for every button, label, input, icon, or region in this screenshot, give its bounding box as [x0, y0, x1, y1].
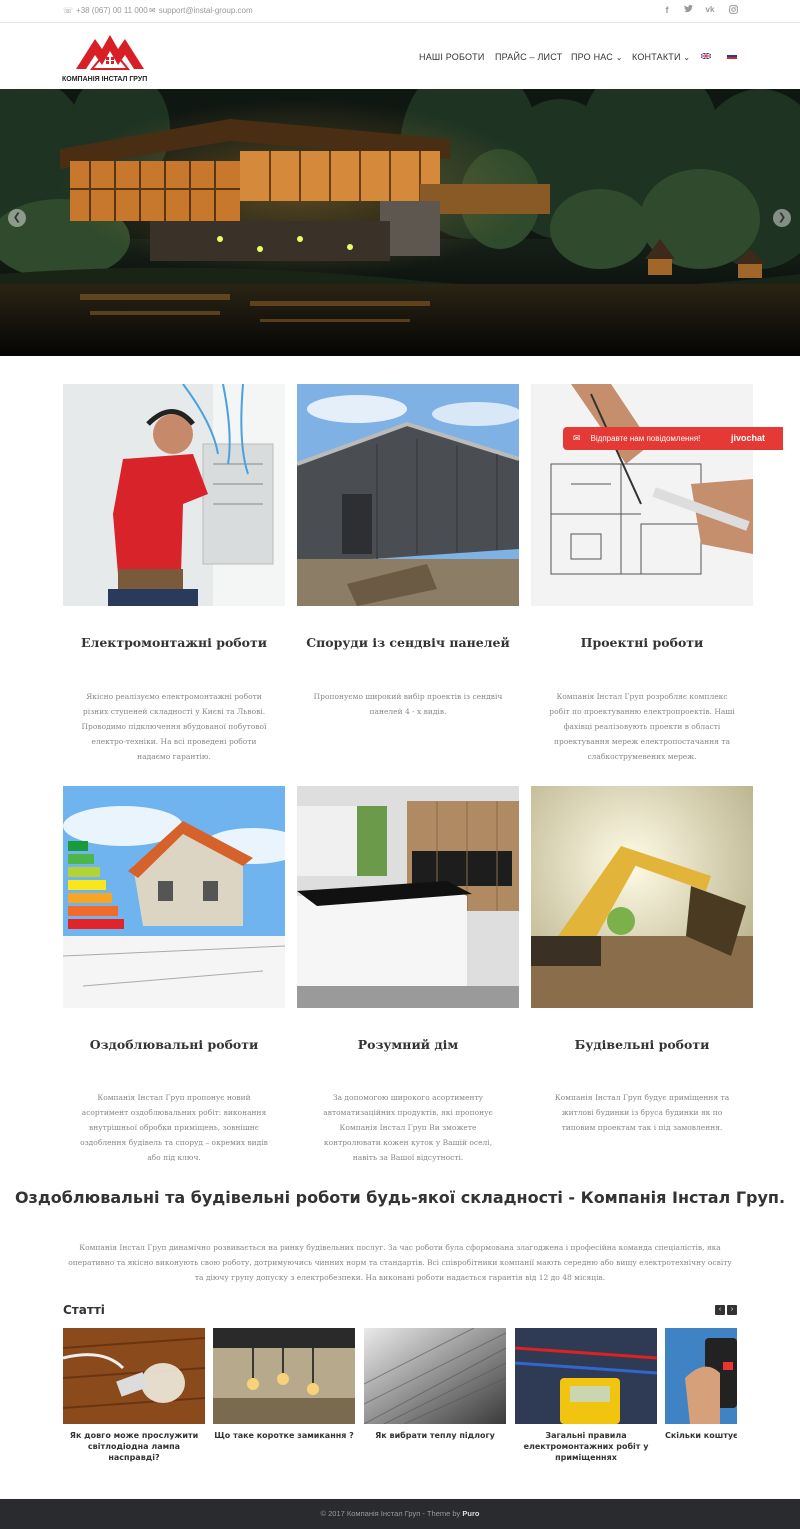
footer-theme-link[interactable]: Puro: [462, 1509, 479, 1518]
articles-prev-button[interactable]: ‹: [715, 1305, 725, 1315]
chevron-down-icon: ⌄: [683, 53, 691, 62]
chevron-down-icon: ⌄: [615, 53, 623, 62]
logo-text: КОМПАНІЯ ІНСТАЛ ГРУП: [62, 76, 148, 83]
phone-icon: ☏: [63, 6, 74, 15]
service-title: Споруди із сендвіч панелей: [306, 635, 510, 650]
article-title[interactable]: Як довго може прослужити світлодіодна ла…: [63, 1430, 205, 1463]
article-image-cost[interactable]: [665, 1328, 737, 1424]
instagram-icon[interactable]: [727, 5, 739, 16]
service-title: Розумний дім: [357, 1037, 459, 1052]
hero-slider: ❮ ❯: [0, 89, 800, 356]
service-title: Електромонтажні роботи: [81, 635, 267, 650]
email-contact[interactable]: ✉ support@instal-group.com: [149, 6, 253, 15]
hero-image: [0, 89, 800, 356]
service-title: Будівельні роботи: [574, 1037, 710, 1052]
chat-label: Відправте нам повідомлення!: [590, 434, 701, 443]
service-image-sandwich-panels[interactable]: [297, 384, 519, 606]
nav-our-works[interactable]: НАШІ РОБОТИ: [419, 52, 485, 62]
phone-contact[interactable]: ☏ +38 (067) 00 11 000: [63, 6, 148, 15]
service-image-smart-home[interactable]: [297, 786, 519, 1008]
service-title: Оздоблювальні роботи: [89, 1037, 259, 1052]
service-description: За допомогою широкого асортименту автома…: [323, 1093, 493, 1162]
article-image-short-circuit[interactable]: [213, 1328, 355, 1424]
page-headline: Оздоблювальні та будівельні роботи будь-…: [14, 1188, 786, 1207]
russian-flag-icon[interactable]: [727, 53, 737, 59]
service-image-electrical[interactable]: [63, 384, 285, 606]
english-flag-icon[interactable]: [701, 53, 711, 59]
nav-about-label: ПРО НАС: [571, 52, 613, 62]
phone-text: +38 (067) 00 11 000: [76, 6, 148, 15]
facebook-icon[interactable]: f: [661, 5, 673, 15]
slider-next-button[interactable]: ❯: [773, 209, 791, 227]
site-header: КОМПАНІЯ ІНСТАЛ ГРУП НАШІ РОБОТИ ПРАЙС –…: [0, 23, 800, 89]
twitter-icon[interactable]: [682, 5, 694, 15]
nav-contacts[interactable]: КОНТАКТИ ⌄: [632, 52, 690, 62]
chat-widget[interactable]: ✉ Відправте нам повідомлення! jivochat: [563, 427, 783, 450]
service-title: Проектні роботи: [580, 635, 704, 650]
service-description: Пропонуємо широкий вибір проектів із сен…: [313, 692, 503, 716]
articles-heading: Статті: [63, 1303, 105, 1317]
nav-contacts-label: КОНТАКТИ: [632, 52, 681, 62]
service-description: Компанія Інстал Груп розробляє комплекс …: [549, 692, 735, 761]
company-logo[interactable]: КОМПАНІЯ ІНСТАЛ ГРУП: [62, 29, 158, 85]
articles-next-button[interactable]: ›: [727, 1305, 737, 1315]
article-image-electrical-rules[interactable]: [515, 1328, 657, 1424]
service-image-design[interactable]: [531, 384, 753, 606]
envelope-icon: ✉: [573, 433, 581, 443]
footer-copyright: © 2017 Компанія Інстал Груп - Theme by: [320, 1509, 463, 1518]
article-title[interactable]: Що таке коротке замикання ?: [213, 1430, 355, 1441]
service-image-construction[interactable]: [531, 786, 753, 1008]
article-image-led-lamp[interactable]: [63, 1328, 205, 1424]
chat-brand: jivochat: [730, 433, 765, 443]
article-title[interactable]: Скільки коштує...: [665, 1430, 737, 1441]
slider-prev-button[interactable]: ❮: [8, 209, 26, 227]
nav-about[interactable]: ПРО НАС ⌄: [571, 52, 623, 62]
service-image-finishing[interactable]: [63, 786, 285, 1008]
service-description: Компанія Інстал Груп будує приміщення та…: [554, 1093, 730, 1132]
intro-paragraph: Компанія Інстал Груп динамічно розвиваєт…: [68, 1243, 732, 1282]
vk-icon[interactable]: vk: [704, 5, 716, 14]
article-image-warm-floor[interactable]: [364, 1328, 506, 1424]
site-footer: © 2017 Компанія Інстал Груп - Theme by P…: [0, 1499, 800, 1529]
email-text: support@instal-group.com: [158, 6, 253, 15]
article-title[interactable]: Загальні правила електромонтажних робіт …: [515, 1430, 657, 1463]
envelope-icon: ✉: [149, 6, 156, 15]
top-bar: ☏ +38 (067) 00 11 000 ✉ support@instal-g…: [0, 0, 800, 23]
service-description: Якісно реалізуємо електромонтажні роботи…: [81, 692, 267, 761]
article-title[interactable]: Як вибрати теплу підлогу: [364, 1430, 506, 1441]
service-description: Компанія Інстал Груп пропонує новий асор…: [80, 1093, 268, 1162]
nav-price-list[interactable]: ПРАЙС – ЛИСТ: [495, 52, 562, 62]
